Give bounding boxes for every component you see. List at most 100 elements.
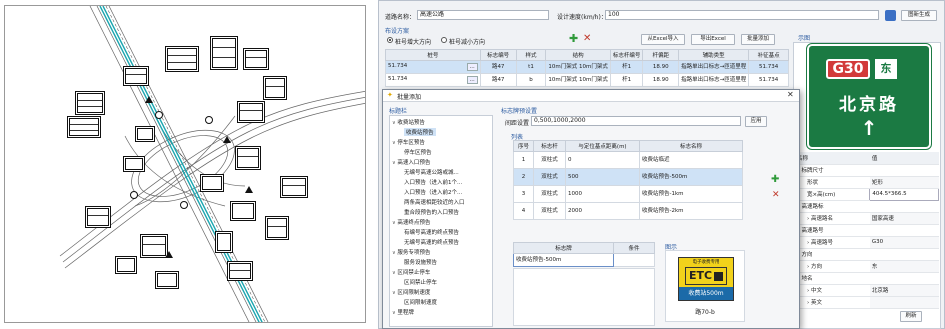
col-header[interactable]: 桩号 bbox=[385, 49, 481, 61]
sign-table: 桩号 标志编号 样式 结构 标志杆编号 杆偏距 辅助类型 补征基点 51.734… bbox=[385, 49, 789, 87]
list-row[interactable]: 2 双柱式 500 收费站预告-500m bbox=[513, 168, 743, 186]
sign-block[interactable] bbox=[135, 126, 155, 142]
prop-header: 值 bbox=[869, 152, 939, 165]
cell: 18.90 bbox=[642, 60, 680, 74]
interval-list: 序号 标志杆 与定位基点距离(m) 标志名称 1 双柱式 0 收费站临近 2 双柱式 50… bbox=[513, 140, 743, 220]
sign-block[interactable] bbox=[67, 116, 101, 138]
tree-node[interactable]: 区间限制速度 bbox=[404, 298, 437, 306]
sign-block[interactable] bbox=[280, 176, 308, 198]
spacing-label: 间距设置 bbox=[505, 120, 530, 127]
apply-button[interactable]: 应用 bbox=[745, 116, 767, 127]
refresh-button[interactable]: 刷新 bbox=[900, 311, 922, 322]
sign-block[interactable] bbox=[215, 231, 233, 253]
col-header[interactable]: 标志杆编号 bbox=[609, 49, 644, 61]
col-header[interactable]: 辅助类型 bbox=[678, 49, 750, 61]
spacing-input[interactable]: 0,500,1000,2000 bbox=[531, 116, 741, 126]
sign-block[interactable] bbox=[85, 206, 111, 228]
cell: 51.734 bbox=[388, 63, 408, 69]
sign-block[interactable] bbox=[227, 261, 253, 281]
prop-row[interactable]: ▾ 高速路号 bbox=[795, 224, 939, 237]
settings-icon[interactable] bbox=[885, 10, 896, 21]
col-header[interactable]: 杆偏距 bbox=[642, 49, 680, 61]
tree-node[interactable]: ∨ 区间禁止停车 bbox=[392, 268, 430, 276]
tree-node[interactable]: ∨ 区间限制速度 bbox=[392, 288, 430, 296]
table-row[interactable]: 51.734... 路47 t1 10m门架式 10m门架式 杆1 18.90 … bbox=[385, 60, 789, 74]
tree-node[interactable]: 收费站预告 bbox=[404, 128, 436, 136]
col-header: 标志杆 bbox=[533, 140, 566, 152]
radio-asc[interactable] bbox=[387, 37, 393, 43]
sign-block[interactable] bbox=[263, 76, 287, 100]
sign-block[interactable] bbox=[75, 91, 105, 115]
preview-box: 电子收费专用 ETC 收费站500m 路70-b bbox=[665, 250, 745, 322]
add-icon[interactable]: ✚ bbox=[569, 33, 578, 44]
radio-desc-label: 桩号减小方向 bbox=[449, 39, 486, 46]
cad-drawing-canvas[interactable] bbox=[4, 5, 366, 323]
prop-row[interactable]: ▾ 标牌尺寸 bbox=[795, 164, 939, 177]
tree-node[interactable]: ∨ 里程牌 bbox=[392, 308, 414, 316]
prop-row[interactable]: › 方向东 bbox=[795, 260, 939, 273]
tree-node[interactable]: ∨ 服务专项预告 bbox=[392, 248, 430, 256]
col-header[interactable]: 补征基点 bbox=[748, 49, 789, 61]
batch-add-button[interactable]: 批量添加 bbox=[741, 34, 775, 45]
sign-block[interactable] bbox=[237, 101, 265, 123]
tree-node[interactable]: ∨ 停车区预告 bbox=[392, 138, 425, 146]
sign-block[interactable] bbox=[115, 256, 137, 274]
export-excel-button[interactable]: 导出Excel bbox=[691, 34, 735, 45]
delete-icon[interactable]: ✕ bbox=[583, 34, 591, 44]
list-row[interactable]: 4 双柱式 2000 收费站预告-2km bbox=[513, 202, 743, 220]
sign-block[interactable] bbox=[123, 156, 145, 172]
tree-node[interactable]: 无编号高速公路或城... bbox=[404, 168, 459, 176]
tree-node[interactable]: 服务设施预告 bbox=[404, 258, 437, 266]
tree-node[interactable]: 入口预告（进入前2个... bbox=[404, 188, 462, 196]
prop-row[interactable]: ▾ 地名 bbox=[795, 272, 939, 285]
col-header[interactable]: 标志编号 bbox=[479, 49, 517, 61]
close-icon[interactable]: ✕ bbox=[787, 90, 794, 99]
prop-row[interactable]: ▾ 方向 bbox=[795, 248, 939, 261]
cell: 51.734 bbox=[388, 76, 408, 82]
sign-block[interactable] bbox=[230, 201, 256, 221]
tree-node[interactable]: ∨ 高速终点预告 bbox=[392, 218, 430, 226]
sign-block[interactable] bbox=[123, 66, 149, 86]
prop-row[interactable]: › 英文 bbox=[795, 296, 939, 309]
sign-block[interactable] bbox=[140, 234, 168, 258]
prop-row[interactable]: › 高速路名 国家高速 bbox=[795, 212, 939, 225]
tree-node[interactable]: ∨ 高速入口预告 bbox=[392, 158, 430, 166]
tree-node[interactable]: 有编号高速的终点预告 bbox=[404, 228, 459, 236]
prop-row[interactable]: 宽×高(cm) 404.5*366.5 bbox=[795, 187, 939, 201]
add-row-icon[interactable]: ✚ bbox=[771, 174, 779, 185]
regenerate-button[interactable]: 图新生成 bbox=[901, 10, 937, 21]
radio-desc[interactable] bbox=[441, 37, 447, 43]
tree-node[interactable]: 停车区预告 bbox=[404, 148, 432, 156]
prop-row[interactable]: ▾ 高速路标 bbox=[795, 200, 939, 213]
sign-block[interactable] bbox=[235, 146, 261, 170]
tree-node[interactable]: 区间禁止停车 bbox=[404, 278, 437, 286]
prop-row[interactable]: › 高速路号 G30 bbox=[795, 236, 939, 249]
prop-row[interactable]: › 中文 北京路 bbox=[795, 284, 939, 297]
sign-block[interactable] bbox=[210, 36, 238, 70]
prop-row[interactable]: 形状 矩形 bbox=[795, 176, 939, 189]
route-label: 道路名称： bbox=[385, 14, 416, 21]
col-header[interactable]: 样式 bbox=[515, 49, 547, 61]
tree-node[interactable]: ∨ 收费站预告 bbox=[392, 118, 425, 126]
pick-button[interactable]: ... bbox=[466, 63, 478, 71]
tree-node[interactable]: 两条高速相距较近的入口 bbox=[404, 198, 465, 206]
table-row[interactable]: 51.734... 路47 b 10m门架式 10m门架式 杆1 18.90 指… bbox=[385, 73, 789, 87]
list-row[interactable]: 收费站预告-500m bbox=[513, 253, 655, 267]
tree-title: 标题栏 bbox=[389, 108, 408, 115]
tree-node[interactable]: 重合段预告的入口预告 bbox=[404, 208, 459, 216]
sign-block[interactable] bbox=[265, 216, 289, 240]
sign-block[interactable] bbox=[165, 46, 199, 72]
sign-block[interactable] bbox=[155, 271, 179, 289]
design-speed-field[interactable]: 100 bbox=[605, 10, 879, 20]
delete-row-icon[interactable]: ✕ bbox=[772, 190, 780, 200]
list-row[interactable]: 1 双柱式 0 收费站临近 bbox=[513, 151, 743, 169]
sign-block[interactable] bbox=[200, 174, 224, 192]
import-excel-button[interactable]: 从Excel导入 bbox=[641, 34, 685, 45]
tree-node[interactable]: 无编号高速的终点预告 bbox=[404, 238, 459, 246]
tree-node[interactable]: 入口预告（进入前1个... bbox=[404, 178, 462, 186]
col-header[interactable]: 结构 bbox=[545, 49, 611, 61]
pick-button[interactable]: ... bbox=[466, 76, 478, 84]
sign-block[interactable] bbox=[243, 48, 269, 70]
list-row[interactable]: 3 双柱式 1000 收费站预告-1km bbox=[513, 185, 743, 203]
route-name-field[interactable]: 高速公路 bbox=[417, 10, 549, 20]
